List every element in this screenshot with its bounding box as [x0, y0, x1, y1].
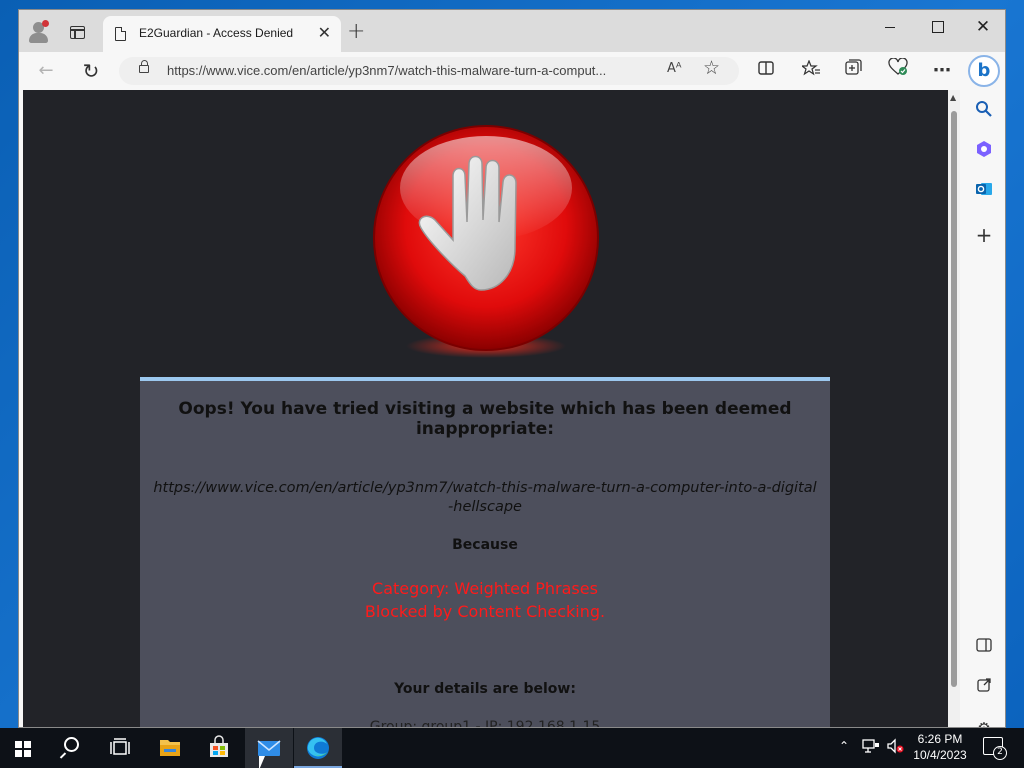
tab-access-denied[interactable]: E2Guardian - Access Denied ✕: [103, 16, 341, 52]
edge-icon: [307, 737, 329, 759]
split-screen-icon[interactable]: [753, 58, 779, 84]
back-arrow-icon[interactable]: ←: [33, 58, 59, 84]
star-icon[interactable]: ☆: [703, 57, 720, 79]
store-icon: [210, 735, 228, 757]
outlook-icon[interactable]: [973, 180, 995, 202]
blocked-url-line2: -hellscape: [448, 499, 522, 515]
taskbar-clock[interactable]: 6:26 PM 10/4/2023: [905, 731, 975, 763]
store-button[interactable]: [195, 728, 243, 768]
browser-window: E2Guardian - Access Denied ✕ + ✕ ← ↻ htt…: [18, 9, 1006, 728]
stop-hand-icon: [373, 125, 599, 358]
details-heading: Your details are below:: [394, 681, 576, 697]
page-headline: Oops! You have tried visiting a website …: [178, 399, 792, 439]
network-icon[interactable]: [862, 738, 880, 758]
scroll-up-icon[interactable]: ▲: [950, 93, 956, 102]
minimize-button[interactable]: [867, 10, 913, 44]
edge-button[interactable]: [294, 728, 342, 768]
tab-strip: E2Guardian - Access Denied ✕ + ✕: [19, 10, 1005, 52]
more-dots-icon[interactable]: ⋯: [929, 58, 955, 84]
clock-time: 6:26 PM: [917, 732, 963, 746]
start-button[interactable]: [0, 728, 48, 768]
tab-title: E2Guardian - Access Denied: [139, 26, 294, 40]
profile-avatar-icon[interactable]: [27, 20, 51, 44]
user-details: Group: group1 - IP: 192.168.1.15: [369, 719, 601, 728]
search-icon[interactable]: [973, 100, 995, 122]
folder-icon: [160, 740, 180, 756]
close-window-button[interactable]: ✕: [960, 10, 1005, 44]
taskbar-search-button[interactable]: [48, 728, 96, 768]
read-aloud-icon[interactable]: Aᴬ: [667, 61, 682, 76]
collections-icon[interactable]: [841, 58, 867, 84]
lock-icon[interactable]: [139, 60, 149, 73]
refresh-icon[interactable]: ↻: [78, 58, 104, 84]
chevron-up-icon[interactable]: ⌃: [839, 739, 849, 753]
bing-copilot-icon[interactable]: b: [968, 55, 1000, 87]
heart-pulse-icon[interactable]: [885, 57, 911, 84]
because-label: Because: [452, 537, 518, 553]
denial-panel: Oops! You have tried visiting a website …: [140, 377, 830, 728]
task-view-icon: [110, 738, 130, 755]
tab-close-icon[interactable]: ✕: [318, 23, 331, 42]
mouse-cursor: [259, 756, 271, 768]
page-icon: [115, 27, 126, 41]
page-viewport: Oops! You have tried visiting a website …: [23, 90, 948, 728]
block-category: Category: Weighted Phrases: [372, 579, 598, 598]
address-bar[interactable]: https://www.vice.com/en/article/yp3nm7/w…: [119, 57, 739, 85]
external-link-icon[interactable]: [973, 677, 995, 699]
volume-muted-icon[interactable]: [886, 738, 904, 758]
clock-date: 10/4/2023: [913, 748, 967, 762]
browser-toolbar: ← ↻ https://www.vice.com/en/article/yp3n…: [19, 52, 1005, 89]
maximize-button[interactable]: [914, 10, 960, 44]
blocked-url: https://www.vice.com/en/article/yp3nm7/w…: [140, 479, 830, 517]
new-tab-button[interactable]: +: [347, 21, 365, 43]
edge-sidebar: + ⚙: [962, 90, 1005, 727]
notification-count-badge: 2: [993, 746, 1007, 760]
windows-taskbar: ⌃ 6:26 PM 10/4/2023 2: [0, 728, 1024, 768]
page-scrollbar[interactable]: ▲: [948, 90, 960, 727]
scroll-thumb[interactable]: [951, 111, 957, 687]
gear-icon[interactable]: ⚙: [973, 717, 995, 727]
search-icon: [64, 737, 79, 752]
add-icon[interactable]: +: [973, 224, 995, 246]
favorites-icon[interactable]: [798, 58, 824, 84]
sidebar-panel-icon[interactable]: [973, 637, 995, 659]
file-explorer-button[interactable]: [146, 728, 194, 768]
block-method: Blocked by Content Checking.: [364, 602, 606, 621]
copilot-icon[interactable]: [973, 140, 995, 162]
address-url[interactable]: https://www.vice.com/en/article/yp3nm7/w…: [167, 63, 606, 78]
block-reason: Category: Weighted Phrases Blocked by Co…: [140, 577, 830, 623]
tab-actions-icon[interactable]: [70, 26, 85, 39]
task-view-button[interactable]: [96, 728, 144, 768]
blocked-url-line1: https://www.vice.com/en/article/yp3nm7/w…: [153, 480, 817, 496]
